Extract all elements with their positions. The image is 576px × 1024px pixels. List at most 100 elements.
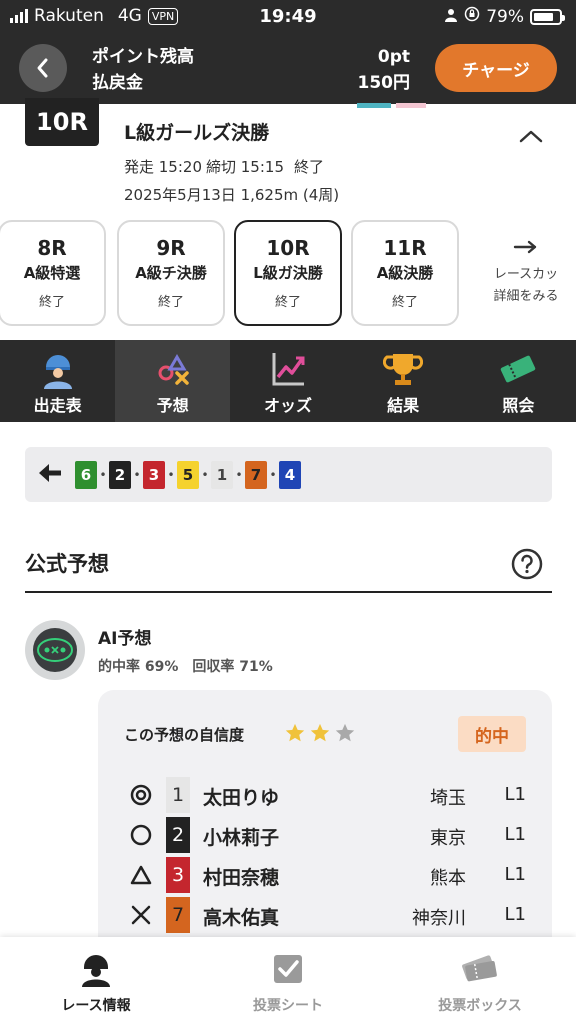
pick-row: 2 小林莉子 東京 L1: [98, 817, 552, 853]
star-empty-icon: [334, 722, 356, 748]
nav-label: 予想: [156, 396, 189, 415]
nav-label: 結果: [387, 396, 420, 415]
bottom-nav-label: 投票ボックス: [438, 998, 522, 1014]
separator-dot: •: [235, 467, 243, 482]
ai-name: AI予想: [98, 629, 152, 649]
deadline-time: 締切 15:15: [206, 158, 284, 176]
race-tab-10r[interactable]: 10R L級ガ決勝 終了: [234, 220, 342, 326]
charge-button[interactable]: チャージ: [435, 44, 557, 92]
race-tabs: 8R A級特選 終了 9R A級チ決勝 終了 10R L級ガ決勝 終了 11R …: [0, 220, 576, 328]
question-circle-icon[interactable]: [511, 548, 543, 584]
nav-label: 照会: [502, 396, 535, 415]
pick-row: 1 太田りゆ 埼玉 L1: [98, 777, 552, 813]
race-tab-number: 9R: [156, 236, 186, 260]
order-number: 5: [177, 460, 199, 489]
refund-value: 150円: [357, 73, 411, 93]
odds-chart-icon: [268, 348, 308, 390]
pick-number: 2: [166, 817, 190, 853]
race-status: 終了: [294, 158, 325, 176]
nav-results[interactable]: 結果: [346, 340, 461, 422]
nav-entry-list[interactable]: 出走表: [0, 340, 115, 422]
circle-icon: [130, 824, 152, 846]
section-divider: [25, 591, 552, 593]
refund-label: 払戻金: [92, 73, 143, 93]
rider-name: 小林莉子: [203, 827, 280, 849]
separator-dot: •: [133, 467, 141, 482]
rider-name: 高木佑真: [203, 907, 280, 929]
race-title: L級ガールズ決勝: [124, 122, 270, 144]
back-button[interactable]: [19, 44, 67, 92]
race-tab-11r[interactable]: 11R A級決勝 終了: [351, 220, 459, 326]
left-arrow-icon: [37, 462, 63, 488]
tickets-icon: [460, 951, 500, 987]
race-cut-detail-link[interactable]: レースカッ 詳細をみる: [476, 236, 576, 308]
cross-icon: [130, 904, 152, 926]
triangle-icon: [130, 864, 152, 886]
race-tab-status: 終了: [38, 295, 65, 310]
nav-inquiry[interactable]: 照会: [461, 340, 576, 422]
nav-odds[interactable]: オッズ: [230, 340, 345, 422]
bottom-nav-vote-box[interactable]: 投票ボックス: [384, 937, 576, 1024]
nav-prediction[interactable]: 予想: [115, 340, 231, 422]
race-tab-name: A級特選: [23, 264, 81, 282]
chevron-up-icon[interactable]: [518, 128, 544, 148]
start-time: 発走 15:20: [124, 158, 202, 176]
separator-dot: •: [201, 467, 209, 482]
pick-number: 7: [166, 897, 190, 933]
rider-class: L1: [504, 904, 526, 925]
checkbox-icon: [271, 951, 305, 987]
decoration-bar: [396, 103, 426, 108]
nav-label: 出走表: [33, 396, 82, 415]
status-bar: Rakuten 4G VPN 19:49 79%: [0, 0, 576, 34]
separator-dot: •: [269, 467, 277, 482]
finish-order-strip: 6 • 2 • 3 • 5 • 1 • 7 • 4: [25, 447, 552, 502]
race-tab-number: 10R: [266, 236, 310, 260]
trophy-icon: [383, 348, 424, 390]
pick-row: 3 村田奈穂 熊本 L1: [98, 857, 552, 893]
prediction-icon: [153, 348, 193, 390]
points-label: ポイント残高: [92, 47, 194, 67]
rider-prefecture: 埼玉: [430, 788, 466, 809]
race-cut-label: レースカッ: [493, 267, 559, 282]
race-tab-8r[interactable]: 8R A級特選 終了: [0, 220, 106, 326]
return-rate: 回収率 71%: [192, 659, 273, 675]
header: ポイント残高 払戻金 0pt 150円 チャージ: [0, 34, 576, 104]
hit-rate: 的中率 69%: [98, 659, 179, 675]
bottom-nav-vote-sheet[interactable]: 投票シート: [192, 937, 384, 1024]
star-filled-icon: [284, 722, 306, 748]
confidence-stars: [284, 722, 356, 748]
rider-icon: [38, 348, 78, 390]
orientation-lock-icon: [464, 6, 480, 27]
bottom-nav-label: 投票シート: [253, 998, 323, 1014]
main-nav: 出走表 予想 オッズ 結果 照会: [0, 340, 576, 422]
order-number: 3: [143, 460, 165, 489]
rider-class: L1: [504, 864, 526, 885]
separator-dot: •: [167, 467, 175, 482]
bottom-nav-label: レース情報: [61, 998, 131, 1014]
right-arrow-icon: [476, 236, 576, 258]
race-tab-name: L級ガ決勝: [253, 264, 323, 282]
rider-prefecture: 熊本: [430, 868, 466, 889]
race-tab-number: 11R: [383, 236, 427, 260]
battery-percent: 79%: [486, 6, 524, 27]
ticket-icon: [498, 348, 538, 390]
bottom-nav: レース情報 投票シート 投票ボックス: [0, 937, 576, 1024]
rider-name: 村田奈穂: [203, 867, 280, 889]
race-tab-number: 8R: [37, 236, 67, 260]
race-tab-status: 終了: [274, 295, 301, 310]
rider-icon: [78, 951, 114, 987]
bottom-nav-race-info[interactable]: レース情報: [0, 937, 192, 1024]
rider-class: L1: [504, 784, 526, 805]
double-circle-icon: [130, 784, 152, 806]
race-tab-name: A級チ決勝: [135, 264, 207, 282]
ai-avatar: [25, 620, 85, 680]
battery-icon: [530, 8, 565, 25]
pick-row: 7 高木佑真 神奈川 L1: [98, 897, 552, 933]
race-tab-9r[interactable]: 9R A級チ決勝 終了: [117, 220, 225, 326]
rider-class: L1: [504, 824, 526, 845]
race-date-distance: 2025年5月13日 1,625m (4周): [124, 186, 340, 204]
order-number: 6: [75, 460, 97, 489]
race-detail-label: 詳細をみる: [493, 289, 559, 304]
ai-rates: 的中率 69% 回収率 71%: [98, 656, 273, 676]
race-times: 発走 15:20 締切 15:15 終了: [124, 156, 324, 177]
